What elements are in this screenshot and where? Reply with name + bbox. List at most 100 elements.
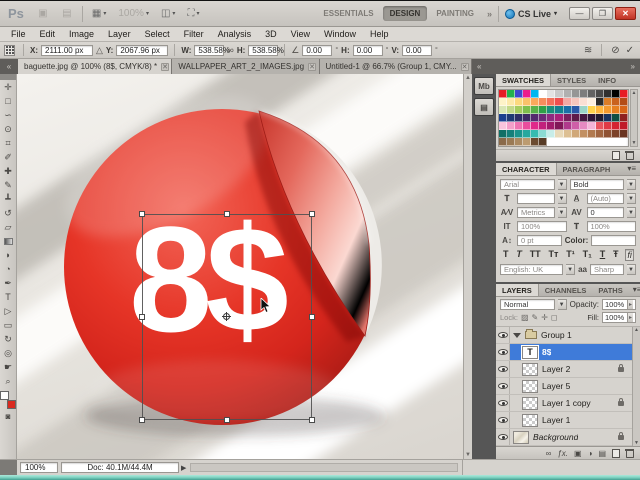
eye-icon[interactable] bbox=[497, 417, 508, 423]
foreground-color-swatch[interactable] bbox=[0, 391, 9, 400]
crop-tool[interactable]: ⌗ bbox=[1, 136, 16, 150]
width-scale-field[interactable]: 538.58% bbox=[194, 44, 230, 56]
path-selection-tool[interactable]: ▷ bbox=[1, 304, 16, 318]
swatch[interactable] bbox=[523, 98, 532, 106]
launch-mini-bridge-icon[interactable]: ▤ bbox=[58, 6, 76, 22]
swatch[interactable] bbox=[539, 130, 548, 138]
height-scale-field[interactable]: 538.58% bbox=[248, 44, 284, 56]
close-tab-icon[interactable]: ✕ bbox=[308, 62, 316, 71]
arrange-documents-icon[interactable]: ◫ ▾ bbox=[158, 6, 178, 22]
move-tool[interactable]: ✛ bbox=[1, 80, 16, 94]
quick-selection-tool[interactable]: ⊙ bbox=[1, 122, 16, 136]
chevron-down-icon[interactable]: ▼ bbox=[627, 264, 636, 275]
swatch[interactable] bbox=[523, 106, 532, 114]
visibility-cell[interactable] bbox=[496, 361, 510, 377]
dodge-tool[interactable]: ◔ bbox=[1, 262, 16, 276]
layer-style-icon[interactable]: ƒx. bbox=[557, 449, 568, 458]
clone-stamp-tool[interactable]: ┻ bbox=[1, 192, 16, 206]
menu-item[interactable]: Image bbox=[62, 28, 101, 40]
swatch[interactable] bbox=[507, 122, 516, 130]
mini-bridge-panel-icon[interactable]: Mb bbox=[474, 77, 494, 95]
lock-position-icon[interactable]: ✛ bbox=[541, 313, 548, 322]
transform-bounding-box[interactable] bbox=[139, 211, 315, 423]
horizontal-scrollbar[interactable] bbox=[190, 463, 458, 472]
type-tool[interactable]: T bbox=[1, 290, 16, 304]
swatch[interactable] bbox=[539, 114, 548, 122]
swatch[interactable] bbox=[523, 114, 532, 122]
swatch[interactable] bbox=[603, 114, 612, 122]
swatch[interactable] bbox=[547, 122, 556, 130]
workspace-button[interactable]: ESSENTIALS bbox=[316, 6, 380, 21]
type-style-button[interactable]: T bbox=[599, 249, 607, 261]
canvas[interactable]: 8$ bbox=[17, 74, 463, 459]
layer-thumbnail[interactable] bbox=[522, 413, 538, 427]
horizontal-scale-field[interactable]: 100% bbox=[586, 221, 636, 232]
new-group-icon[interactable]: ▤ bbox=[598, 449, 606, 458]
cs-live-menu[interactable]: CS Live ▾ bbox=[504, 8, 557, 19]
visibility-cell[interactable] bbox=[496, 327, 510, 343]
swatch[interactable] bbox=[595, 130, 604, 138]
lock-all-icon[interactable]: ◻ bbox=[551, 313, 558, 322]
transform-handle-top-middle[interactable] bbox=[224, 211, 230, 217]
swatch[interactable] bbox=[539, 98, 548, 106]
scroll-up-icon[interactable]: ▲ bbox=[465, 74, 471, 82]
kerning-field[interactable]: Metrics bbox=[517, 207, 555, 218]
close-tab-icon[interactable]: ✕ bbox=[460, 62, 469, 71]
swatch[interactable] bbox=[531, 114, 540, 122]
swatch[interactable] bbox=[531, 130, 540, 138]
transform-reference-point[interactable] bbox=[222, 312, 231, 321]
eye-icon[interactable] bbox=[497, 383, 508, 389]
swatch[interactable] bbox=[547, 98, 556, 106]
new-swatch-icon[interactable] bbox=[612, 151, 620, 160]
swatch[interactable] bbox=[523, 122, 532, 130]
swatch[interactable] bbox=[571, 114, 580, 122]
menu-item[interactable]: Window bbox=[317, 28, 363, 40]
transform-handle-top-right[interactable] bbox=[309, 211, 315, 217]
swatch[interactable] bbox=[515, 130, 524, 138]
workspace-button[interactable]: PAINTING bbox=[429, 6, 481, 21]
type-style-button[interactable]: Tᴛ bbox=[548, 249, 560, 261]
delete-swatch-icon[interactable] bbox=[625, 151, 634, 160]
swatch[interactable] bbox=[579, 130, 588, 138]
lock-pixels-icon[interactable]: ✎ bbox=[532, 313, 539, 322]
zoom-tool[interactable]: ⌕ bbox=[1, 374, 16, 388]
fill-field[interactable]: 100% ▸ bbox=[602, 312, 636, 323]
swatches-scrollbar[interactable]: ▲ ▼ bbox=[630, 89, 638, 147]
swatch[interactable] bbox=[603, 90, 612, 98]
layer-row[interactable]: Layer 5 bbox=[496, 378, 632, 395]
blur-tool[interactable]: ◗ bbox=[1, 248, 16, 262]
swatch[interactable] bbox=[499, 98, 508, 106]
rotation-field[interactable]: 0.00 bbox=[302, 44, 333, 56]
swatch[interactable] bbox=[579, 106, 588, 114]
swatch[interactable] bbox=[579, 98, 588, 106]
transform-handle-bottom-left[interactable] bbox=[139, 417, 145, 423]
swatch[interactable] bbox=[587, 130, 596, 138]
swatch[interactable] bbox=[587, 98, 596, 106]
menu-item[interactable]: Select bbox=[138, 28, 177, 40]
swatch[interactable] bbox=[603, 130, 612, 138]
type-style-button[interactable]: T¹ bbox=[565, 249, 576, 261]
zoom-level-dropdown[interactable]: 100% ▾ bbox=[115, 6, 152, 22]
adjustment-layer-icon[interactable]: ◑ bbox=[588, 449, 593, 458]
eyedropper-tool[interactable]: ✐ bbox=[1, 150, 16, 164]
panel-tab[interactable]: INFO bbox=[592, 74, 622, 86]
type-style-button[interactable]: TT bbox=[529, 249, 542, 261]
transform-handle-bottom-middle[interactable] bbox=[224, 417, 230, 423]
gradient-tool[interactable] bbox=[1, 234, 16, 248]
workspace-button[interactable]: DESIGN bbox=[382, 6, 428, 21]
layer-row[interactable]: Layer 2 bbox=[496, 361, 632, 378]
swatch[interactable] bbox=[507, 130, 516, 138]
swatch[interactable] bbox=[499, 122, 508, 130]
layer-thumbnail[interactable]: T bbox=[521, 344, 539, 360]
panel-tab[interactable]: PARAGRAPH bbox=[557, 163, 617, 175]
rectangular-marquee-tool[interactable]: □ bbox=[1, 94, 16, 108]
layer-row[interactable]: Layer 1 bbox=[496, 412, 632, 429]
minimize-button[interactable]: — bbox=[569, 7, 590, 20]
collapse-dock-icon[interactable]: « bbox=[477, 62, 481, 71]
swatch[interactable] bbox=[507, 114, 516, 122]
swatch[interactable] bbox=[499, 90, 508, 98]
layer-row[interactable]: Background bbox=[496, 429, 632, 446]
dock-options-icon[interactable]: » bbox=[631, 62, 635, 71]
swatch[interactable] bbox=[507, 90, 516, 98]
lasso-tool[interactable]: ∽ bbox=[1, 108, 16, 122]
